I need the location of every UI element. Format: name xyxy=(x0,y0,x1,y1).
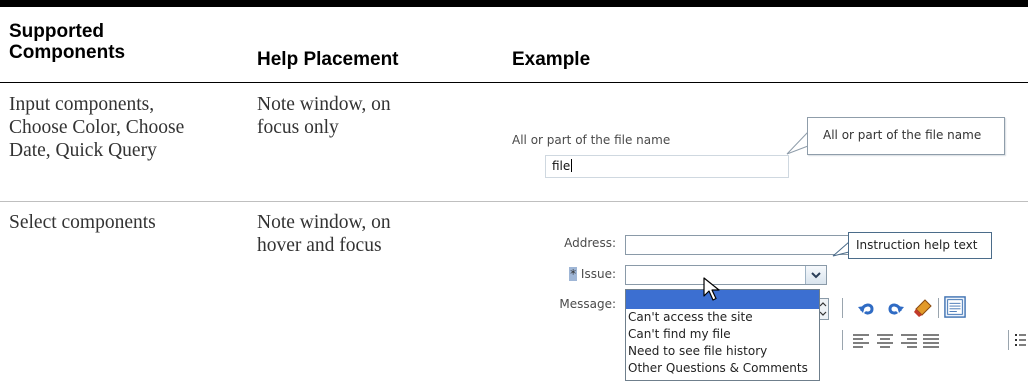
header-supported-components: Supported Components xyxy=(9,21,125,63)
header-line-1: Supported xyxy=(9,21,104,42)
row2-components-line: Select components xyxy=(9,212,156,233)
redo-icon[interactable] xyxy=(884,297,906,319)
mouse-pointer-icon xyxy=(703,277,720,301)
eraser-icon[interactable] xyxy=(912,297,934,319)
text-caret xyxy=(571,159,573,172)
dropdown-option[interactable]: Need to see file history xyxy=(628,344,767,358)
dropdown-option[interactable]: Can't access the site xyxy=(628,310,753,324)
dropdown-option[interactable]: Can't find my file xyxy=(628,327,731,341)
file-name-label: All or part of the file name xyxy=(512,133,671,147)
address-label: Address: xyxy=(564,236,616,250)
toolbar-separator xyxy=(842,330,843,350)
header-line-2: Components xyxy=(9,42,126,63)
issue-label-group: * Issue: xyxy=(560,267,616,281)
align-left-icon[interactable] xyxy=(850,330,872,352)
message-label: Message: xyxy=(559,297,616,311)
required-indicator: * xyxy=(569,267,578,281)
header-rule xyxy=(0,82,1028,83)
note-window-text: All or part of the file name xyxy=(823,128,982,142)
toolbar-separator xyxy=(1008,330,1009,350)
source-view-icon[interactable] xyxy=(944,296,966,318)
row1-placement-line: focus only xyxy=(257,117,339,138)
address-input[interactable] xyxy=(625,235,855,255)
instruction-note-window: Instruction help text xyxy=(848,232,992,259)
bullet-list-icon[interactable] xyxy=(1012,330,1028,352)
row2-placement-line: Note window, on xyxy=(257,212,391,233)
toolbar-separator xyxy=(842,298,843,318)
note-window: All or part of the file name xyxy=(807,117,1005,155)
align-center-icon[interactable] xyxy=(874,330,896,352)
row1-components-line: Date, Quick Query xyxy=(9,140,157,161)
row1-components: Input components, Choose Color, Choose D… xyxy=(9,93,184,162)
toolbar-separator xyxy=(938,298,939,318)
file-name-input-value: file xyxy=(552,159,573,173)
file-name-input[interactable]: file xyxy=(545,155,789,178)
row1-components-line: Input components, xyxy=(9,94,155,115)
row2-placement: Note window, on hover and focus xyxy=(257,211,391,257)
undo-icon[interactable] xyxy=(856,297,878,319)
header-help-placement: Help Placement xyxy=(257,49,399,70)
note-window-pointer xyxy=(786,131,809,155)
row2-components: Select components xyxy=(9,211,156,234)
dropdown-option[interactable]: Other Questions & Comments xyxy=(628,361,808,375)
select-dropdown-button[interactable] xyxy=(805,266,826,284)
row1-placement-line: Note window, on xyxy=(257,94,391,115)
row1-components-line: Choose Color, Choose xyxy=(9,117,185,138)
align-right-icon[interactable] xyxy=(898,330,920,352)
issue-label: Issue: xyxy=(580,267,616,281)
row2-placement-line: hover and focus xyxy=(257,235,382,256)
row-divider xyxy=(0,201,1028,202)
chevron-down-icon xyxy=(811,272,821,279)
row1-placement: Note window, on focus only xyxy=(257,93,391,139)
instruction-note-text: Instruction help text xyxy=(856,238,978,252)
table-top-border xyxy=(0,0,1028,7)
header-example: Example xyxy=(512,49,591,70)
issue-select[interactable] xyxy=(625,265,827,285)
align-justify-icon[interactable] xyxy=(920,330,942,352)
